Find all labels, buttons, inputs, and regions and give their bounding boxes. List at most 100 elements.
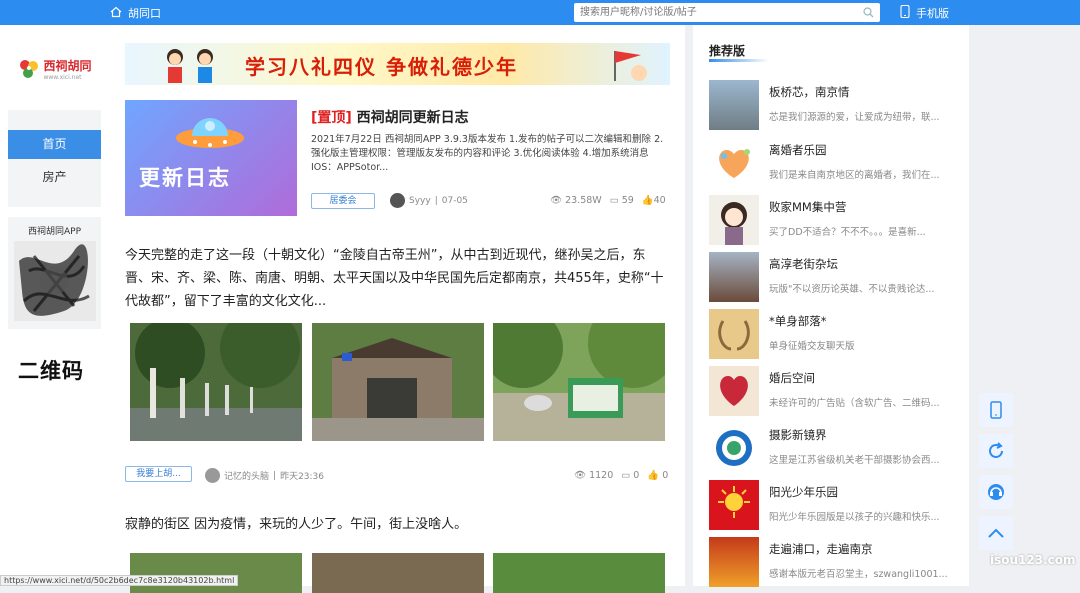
post3-photo-2[interactable] bbox=[312, 553, 484, 593]
status-url: https://www.xici.net/d/50c2b6dec7c8e3120… bbox=[0, 575, 239, 586]
board-thumbnail bbox=[709, 195, 759, 245]
board-desc: 买了DD不适合？不不不。。。是喜新... bbox=[769, 227, 926, 238]
post2-photo-2[interactable] bbox=[312, 323, 484, 441]
qr-title: 二维码 bbox=[18, 359, 84, 383]
board-desc: 单身征婚交友聊天版 bbox=[769, 341, 855, 352]
post1-likes: 40 bbox=[653, 195, 666, 206]
board-name[interactable]: 败家MM集中营 bbox=[769, 199, 846, 215]
post1-description[interactable]: 2021年7月22日 西祠胡同APP 3.9.3版本发布 1.发布的帖子可以二次… bbox=[311, 133, 671, 175]
logo-text: 西祠胡同 bbox=[43, 59, 92, 73]
post2-author[interactable]: 记忆的头脑 bbox=[224, 469, 269, 482]
site-logo[interactable]: 西祠胡同 www.xici.net bbox=[10, 39, 100, 99]
recommend-title-text: 推荐版 bbox=[709, 44, 746, 58]
post2-photo-1[interactable] bbox=[130, 323, 302, 441]
board-name[interactable]: 摄影新镜界 bbox=[769, 427, 827, 443]
main-feed: 学习八礼四仪 争做礼德少年 更新日志 [置顶] 西祠胡同更新日志 2021年7月… bbox=[110, 25, 685, 593]
board-thumbnail bbox=[709, 309, 759, 359]
post2-board-chip[interactable]: 我要上胡... bbox=[125, 466, 192, 482]
recommend-item[interactable]: 离婚者乐园 我们是来自南京地区的离婚者，我们在... bbox=[709, 138, 959, 188]
mobile-label: 手机版 bbox=[916, 7, 949, 20]
top-bar: 胡同口 搜索用户昵称/讨论版/帖子 手机版 bbox=[0, 0, 1080, 25]
recommend-item[interactable]: 摄影新镜界 这里是江苏省级机关老干部摄影协会西... bbox=[709, 423, 959, 473]
recommend-item[interactable]: 婚后空间 未经许可的广告贴（含软广告、二维码... bbox=[709, 366, 959, 416]
title-underline bbox=[709, 59, 769, 62]
back-to-top-button[interactable] bbox=[979, 516, 1013, 550]
chevron-up-icon bbox=[988, 528, 1004, 538]
views-stat: 👁 23.58W bbox=[550, 195, 602, 206]
board-thumbnail bbox=[709, 80, 759, 130]
support-float-button[interactable] bbox=[979, 475, 1013, 509]
post1-thumbnail[interactable]: 更新日志 bbox=[125, 100, 297, 216]
post2-views: 1120 bbox=[589, 470, 614, 481]
app-qr-label: 西祠胡同APP bbox=[27, 227, 81, 237]
post1-author[interactable]: Syyy bbox=[409, 196, 431, 206]
mobile-version-link[interactable]: 手机版 bbox=[900, 4, 949, 21]
avatar[interactable] bbox=[205, 468, 220, 483]
search-input[interactable]: 搜索用户昵称/讨论版/帖子 bbox=[574, 3, 880, 22]
board-thumbnail bbox=[709, 423, 759, 473]
board-name[interactable]: *单身部落* bbox=[769, 313, 827, 329]
qr-code-image bbox=[14, 241, 96, 321]
flag-illustration bbox=[614, 51, 647, 81]
post1-title-text: 西祠胡同更新日志 bbox=[356, 110, 469, 126]
post1-comments: 59 bbox=[621, 195, 634, 206]
post2-text[interactable]: 今天完整的走了这一段（十朝文化）“金陵自古帝王州”，从中古到近现代，继孙吴之后，… bbox=[125, 244, 670, 313]
post3-text[interactable]: 寂静的街区 因为疫情，来玩的人少了。午间，街上没啥人。 bbox=[125, 513, 467, 532]
post1-board-chip[interactable]: 居委会 bbox=[311, 193, 375, 209]
board-desc: 未经许可的广告贴（含软广告、二维码... bbox=[769, 398, 940, 409]
post2-likes: 0 bbox=[662, 470, 669, 481]
post2-date: 昨天23:36 bbox=[280, 472, 324, 482]
park-photo bbox=[130, 323, 302, 441]
likes-stat[interactable]: 👍40 bbox=[642, 195, 666, 206]
post2-photo-3[interactable] bbox=[493, 323, 665, 441]
board-thumbnail bbox=[709, 138, 759, 188]
board-name[interactable]: 婚后空间 bbox=[769, 370, 815, 386]
eye-icon: 👁 bbox=[550, 195, 563, 206]
recommend-item[interactable]: 阳光少年乐园 阳光少年乐园版是以孩子的兴趣和快乐... bbox=[709, 480, 959, 530]
post1-title[interactable]: [置顶] 西祠胡同更新日志 bbox=[311, 107, 469, 127]
comment-icon: ▭ bbox=[609, 195, 619, 206]
logo-icon bbox=[20, 60, 39, 78]
post1-date: 07-05 bbox=[441, 195, 468, 206]
home-link[interactable]: 胡同口 bbox=[110, 5, 161, 21]
recommend-item[interactable]: 板桥芯，南京情 芯是我们源源的爱，让爱成为纽带，联... bbox=[709, 80, 959, 130]
refresh-float-button[interactable] bbox=[979, 434, 1013, 468]
scooter-photo bbox=[493, 323, 665, 441]
comments-stat[interactable]: ▭ 59 bbox=[610, 195, 634, 206]
left-sidebar: 西祠胡同 www.xici.net 首页 房产 西祠胡同APP 二维码 bbox=[0, 25, 110, 586]
recommend-item[interactable]: 败家MM集中营 买了DD不适合？不不不。。。是喜新... bbox=[709, 195, 959, 245]
recommend-item[interactable]: 走遍浦口，走遍南京 感谢本版元老百忍堂主，szwangli1001... bbox=[709, 537, 959, 587]
comment-icon: ▭ bbox=[621, 470, 631, 481]
post2-comments: 0 bbox=[633, 470, 640, 481]
board-name[interactable]: 走遍浦口，走遍南京 bbox=[769, 541, 873, 557]
board-desc: 我们是来自南京地区的离婚者，我们在... bbox=[769, 170, 940, 181]
pinned-tag: [置顶] bbox=[311, 110, 352, 126]
board-thumbnail bbox=[709, 480, 759, 530]
kids-illustration bbox=[167, 49, 213, 83]
board-desc: 感谢本版元老百忍堂主，szwangli1001... bbox=[769, 569, 948, 580]
recommend-item[interactable]: *单身部落* 单身征婚交友聊天版 bbox=[709, 309, 959, 359]
post1-stats: 👁 23.58W ▭ 59 👍40 bbox=[550, 195, 666, 206]
search-icon[interactable] bbox=[863, 6, 874, 25]
views-stat: 👁 1120 bbox=[574, 470, 613, 481]
phone-icon bbox=[900, 4, 910, 21]
board-thumbnail bbox=[709, 537, 759, 587]
recommend-panel: 推荐版 板桥芯，南京情 芯是我们源源的爱，让爱成为纽带，联... 离婚者乐园 我… bbox=[693, 25, 969, 587]
post3-photo-3[interactable] bbox=[493, 553, 665, 593]
board-desc: 芯是我们源源的爱，让爱成为纽带，联... bbox=[769, 112, 940, 123]
avatar[interactable] bbox=[390, 193, 405, 208]
comments-stat[interactable]: ▭ 0 bbox=[621, 470, 639, 481]
headset-icon bbox=[988, 484, 1004, 500]
likes-stat[interactable]: 👍 0 bbox=[647, 470, 668, 481]
nav-item-house[interactable]: 房产 bbox=[8, 163, 101, 192]
board-thumbnail bbox=[709, 252, 759, 302]
recommend-item[interactable]: 高淳老街杂坛 玩版"不以资历论英雄、不以贵贱论达... bbox=[709, 252, 959, 302]
board-name[interactable]: 高淳老街杂坛 bbox=[769, 256, 838, 272]
board-name[interactable]: 离婚者乐园 bbox=[769, 142, 827, 158]
mobile-float-button[interactable] bbox=[979, 393, 1013, 427]
board-name[interactable]: 阳光少年乐园 bbox=[769, 484, 838, 500]
board-name[interactable]: 板桥芯，南京情 bbox=[769, 84, 850, 100]
post3-photo-1[interactable] bbox=[130, 553, 302, 593]
nav-item-home[interactable]: 首页 bbox=[8, 130, 101, 159]
banner-ad[interactable]: 学习八礼四仪 争做礼德少年 bbox=[125, 43, 670, 85]
